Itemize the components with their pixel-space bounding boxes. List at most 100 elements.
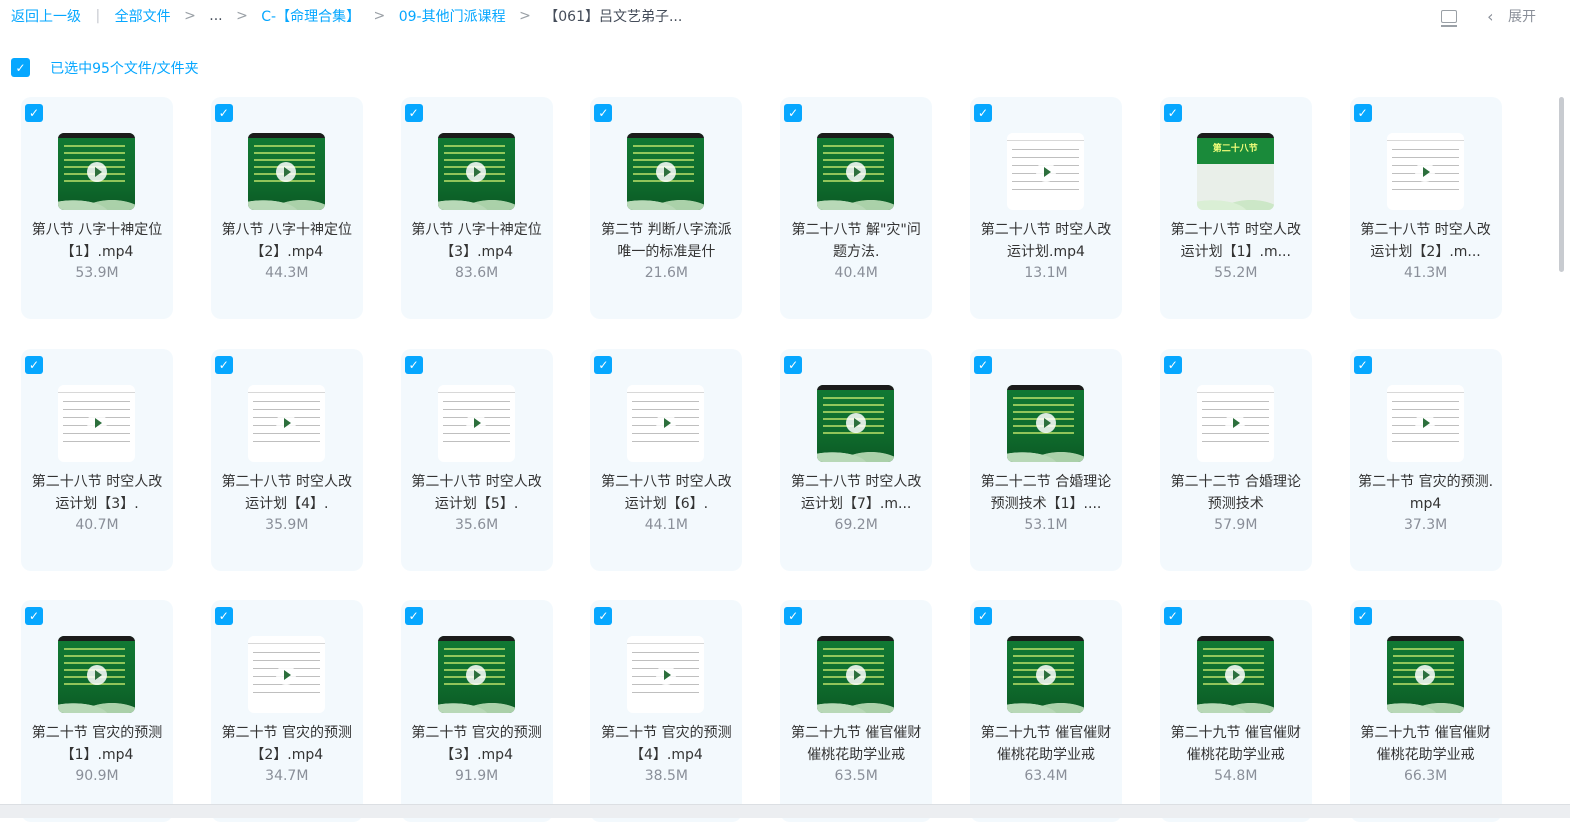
file-card[interactable]: ✓ 第二十九节 催官催财催桃花助学业戒 54.8M xyxy=(1159,600,1312,822)
video-thumbnail[interactable] xyxy=(817,384,895,462)
video-thumbnail[interactable] xyxy=(247,133,325,210)
breadcrumb-level1[interactable]: C-【命理合集】 xyxy=(261,6,360,26)
breadcrumb-level2[interactable]: 09-其他门派课程 xyxy=(399,6,506,26)
breadcrumb-all-files[interactable]: 全部文件 xyxy=(115,6,171,26)
file-card[interactable]: ✓ 第二十节 官灾的预测【4】.mp4 38.5M xyxy=(590,600,743,822)
top-right-controls: ‹ 展开 xyxy=(1440,6,1536,27)
file-checkbox[interactable]: ✓ xyxy=(25,104,43,122)
video-thumbnail[interactable] xyxy=(437,133,515,210)
scrollbar-thumb[interactable] xyxy=(1559,97,1564,272)
file-card[interactable]: ✓ 第二十八节 时空人改运计划【2】.m... 41.3M xyxy=(1349,97,1502,319)
file-card[interactable]: ✓ 第二十八节 解"灾"问题方法. 40.4M xyxy=(780,97,933,319)
video-thumbnail[interactable] xyxy=(247,636,325,713)
file-card[interactable]: ✓ 第二节 判断八字流派唯一的标准是什 21.6M xyxy=(590,97,743,319)
video-thumbnail[interactable] xyxy=(437,384,515,462)
file-checkbox[interactable]: ✓ xyxy=(404,355,423,374)
file-checkbox[interactable]: ✓ xyxy=(784,355,803,374)
file-card[interactable]: ✓ 第二十节 官灾的预测.mp4 37.3M xyxy=(1349,348,1502,571)
video-thumbnail[interactable] xyxy=(1386,133,1464,210)
file-checkbox[interactable]: ✓ xyxy=(1163,607,1182,625)
file-card[interactable]: ✓ 第二十八节 时空人改运计划【4】. 35.9M xyxy=(210,348,363,571)
file-card[interactable]: ✓ 第二十二节 合婚理论预测技术【1】.... 53.1M xyxy=(970,348,1122,571)
file-checkbox[interactable]: ✓ xyxy=(784,607,803,625)
play-icon xyxy=(1415,161,1436,182)
file-card[interactable]: ✓ 第八节 八字十神定位【3】.mp4 83.6M xyxy=(400,97,553,319)
thumbnail-title-text: 第二十八节 xyxy=(1212,144,1258,154)
file-checkbox[interactable]: ✓ xyxy=(974,104,992,122)
file-checkbox[interactable]: ✓ xyxy=(784,104,803,122)
video-thumbnail[interactable] xyxy=(58,133,135,210)
file-card[interactable]: ✓ 第二十节 官灾的预测【1】.mp4 90.9M xyxy=(21,600,173,822)
layout-icon[interactable] xyxy=(1440,9,1457,27)
video-thumbnail[interactable] xyxy=(1007,636,1084,713)
file-checkbox[interactable]: ✓ xyxy=(594,355,613,374)
video-thumbnail[interactable] xyxy=(627,384,705,462)
play-icon xyxy=(276,664,297,685)
file-checkbox[interactable]: ✓ xyxy=(214,607,233,625)
file-card[interactable]: ✓ 第二十八节 时空人改运计划【6】. 44.1M xyxy=(590,348,743,571)
file-card[interactable]: ✓ 第二十九节 催官催财催桃花助学业戒 63.5M xyxy=(780,600,933,822)
video-thumbnail[interactable] xyxy=(1196,384,1274,462)
file-card[interactable]: ✓ 第二十九节 催官催财催桃花助学业戒 63.4M xyxy=(970,600,1122,822)
video-thumbnail[interactable] xyxy=(627,133,705,210)
video-thumbnail[interactable] xyxy=(1386,384,1464,462)
file-card[interactable]: ✓ 第二十节 官灾的预测【3】.mp4 91.9M xyxy=(400,600,553,822)
video-thumbnail[interactable] xyxy=(817,636,895,713)
file-card[interactable]: ✓ 第二十二节 合婚理论预测技术 57.9M xyxy=(1159,348,1312,571)
video-thumbnail[interactable] xyxy=(1007,384,1084,462)
file-card[interactable]: ✓ 第二十八节 时空人改运计划.mp4 13.1M xyxy=(970,97,1122,319)
play-icon xyxy=(1035,161,1056,182)
file-size: 90.9M xyxy=(75,768,119,784)
file-checkbox[interactable]: ✓ xyxy=(404,104,423,122)
file-size: 63.5M xyxy=(834,768,878,784)
select-all-checkbox[interactable]: ✓ xyxy=(11,58,30,77)
play-icon xyxy=(845,664,866,685)
file-size: 54.8M xyxy=(1214,768,1258,784)
file-checkbox[interactable]: ✓ xyxy=(214,104,233,122)
file-checkbox[interactable]: ✓ xyxy=(214,355,233,374)
file-size: 40.7M xyxy=(75,516,119,533)
file-checkbox[interactable]: ✓ xyxy=(1163,355,1182,374)
file-card[interactable]: ✓ 第二十八节 时空人改运计划【7】.m... 69.2M xyxy=(780,348,933,571)
taskbar xyxy=(0,804,1570,818)
file-card[interactable]: ✓ 第二十九节 催官催财催桃花助学业戒 66.3M xyxy=(1349,600,1502,822)
play-icon xyxy=(466,413,487,433)
file-size: 44.1M xyxy=(644,516,689,533)
back-link[interactable]: 返回上一级 xyxy=(11,6,81,26)
file-checkbox[interactable]: ✓ xyxy=(974,355,992,374)
file-checkbox[interactable]: ✓ xyxy=(594,104,613,122)
file-card[interactable]: ✓ 第二十节 官灾的预测【2】.mp4 34.7M xyxy=(210,600,363,822)
video-thumbnail[interactable] xyxy=(247,384,325,462)
video-thumbnail[interactable] xyxy=(437,636,515,713)
video-thumbnail[interactable] xyxy=(627,636,705,713)
video-thumbnail[interactable] xyxy=(58,636,135,713)
file-checkbox[interactable]: ✓ xyxy=(1353,355,1372,374)
breadcrumb-ellipsis[interactable]: ... xyxy=(209,8,222,24)
file-name: 第二十二节 合婚理论预测技术【1】.... xyxy=(980,473,1112,512)
file-checkbox[interactable]: ✓ xyxy=(974,607,992,625)
file-checkbox[interactable]: ✓ xyxy=(1353,607,1372,625)
file-card[interactable]: ✓ 第二十八节 时空人改运计划【3】. 40.7M xyxy=(21,348,173,571)
expand-button[interactable]: 展开 xyxy=(1508,6,1536,26)
chevron-right-icon: > xyxy=(236,8,248,24)
chevron-left-icon[interactable]: ‹ xyxy=(1487,7,1493,26)
video-thumbnail[interactable]: 第二十八节 xyxy=(1196,133,1274,210)
file-size: 38.5M xyxy=(644,768,689,784)
file-card[interactable]: ✓ 第八节 八字十神定位【1】.mp4 53.9M xyxy=(21,97,173,319)
video-thumbnail[interactable] xyxy=(58,384,135,462)
video-thumbnail[interactable] xyxy=(1007,133,1084,210)
file-name: 第八节 八字十神定位【2】.mp4 xyxy=(221,222,353,260)
file-checkbox[interactable]: ✓ xyxy=(1353,104,1372,122)
file-card[interactable]: ✓ 第八节 八字十神定位【2】.mp4 44.3M xyxy=(210,97,363,319)
file-checkbox[interactable]: ✓ xyxy=(25,607,43,625)
file-checkbox[interactable]: ✓ xyxy=(594,607,613,625)
play-icon xyxy=(86,664,107,685)
file-checkbox[interactable]: ✓ xyxy=(25,355,43,374)
file-card[interactable]: ✓ 第二十八节 第二十八节 时空人改运计划【1】.m... 55.2M xyxy=(1159,97,1312,319)
file-card[interactable]: ✓ 第二十八节 时空人改运计划【5】. 35.6M xyxy=(400,348,553,571)
video-thumbnail[interactable] xyxy=(1386,636,1464,713)
file-checkbox[interactable]: ✓ xyxy=(1163,104,1182,122)
file-checkbox[interactable]: ✓ xyxy=(404,607,423,625)
video-thumbnail[interactable] xyxy=(817,133,895,210)
video-thumbnail[interactable] xyxy=(1196,636,1274,713)
